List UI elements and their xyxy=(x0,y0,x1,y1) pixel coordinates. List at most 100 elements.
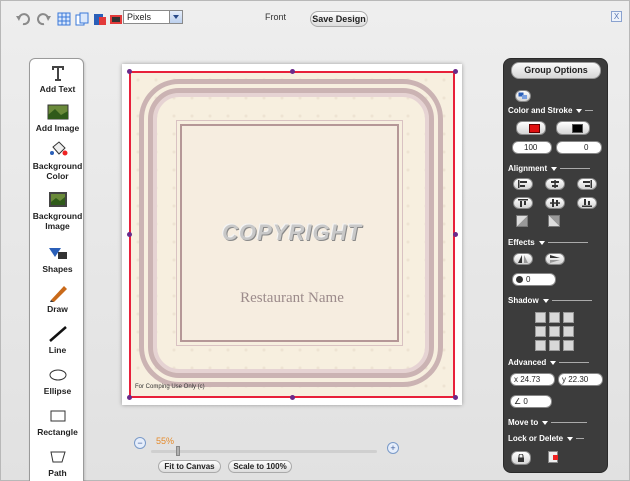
stroke-color-button[interactable] xyxy=(556,121,590,135)
tool-label: Rectangle xyxy=(37,427,78,437)
zoom-slider-track[interactable] xyxy=(151,450,377,453)
x-value: 24.73 xyxy=(520,375,541,384)
section-advanced[interactable]: Advanced xyxy=(508,358,590,367)
shadow-cell[interactable] xyxy=(563,340,574,351)
rectangle-icon xyxy=(47,407,69,425)
unit-select[interactable]: Pixels xyxy=(123,10,183,24)
shadow-cell[interactable] xyxy=(563,312,574,323)
resize-handle[interactable] xyxy=(290,395,295,400)
flip-vertical-button[interactable] xyxy=(545,253,565,265)
background-image-tool[interactable]: Background Image xyxy=(30,191,85,231)
shadow-cell[interactable] xyxy=(535,340,546,351)
chevron-down-icon xyxy=(542,298,549,303)
stroke-width-field[interactable]: 0 xyxy=(556,141,602,154)
distribute-horizontal-icon[interactable] xyxy=(516,215,528,227)
align-right-button[interactable] xyxy=(577,178,597,190)
align-bottom-icon xyxy=(582,199,592,207)
delete-icon[interactable] xyxy=(548,451,558,463)
tool-label: Add Image xyxy=(35,123,80,133)
resize-handle[interactable] xyxy=(453,69,458,74)
section-move-to[interactable]: Move to xyxy=(508,418,588,427)
tool-label: Ellipse xyxy=(43,386,72,396)
redo-icon[interactable] xyxy=(37,12,51,26)
draw-tool[interactable]: Draw xyxy=(30,284,85,314)
x-position-field[interactable]: x 24.73 xyxy=(510,373,555,386)
scale-to-100-button[interactable]: Scale to 100% xyxy=(228,460,292,473)
fit-to-canvas-button[interactable]: Fit to Canvas xyxy=(158,460,221,473)
shadow-cell[interactable] xyxy=(549,340,560,351)
chevron-down-icon xyxy=(542,420,549,425)
y-position-field[interactable]: y 22.30 xyxy=(558,373,603,386)
selection-box[interactable] xyxy=(129,71,455,398)
resize-handle[interactable] xyxy=(453,232,458,237)
save-design-button[interactable]: Save Design xyxy=(310,11,368,27)
section-lock-delete[interactable]: Lock or Delete xyxy=(508,434,585,443)
undo-icon[interactable] xyxy=(16,12,30,26)
design-editor-window: Pixels Front Save Design X Add Text Add … xyxy=(0,0,630,481)
angle-field[interactable]: ∠ 0 xyxy=(510,395,552,408)
background-color-tool[interactable]: Background Color xyxy=(30,141,85,181)
add-image-tool[interactable]: Add Image xyxy=(30,103,85,133)
shadow-cell[interactable] xyxy=(563,326,574,337)
add-text-tool[interactable]: Add Text xyxy=(30,64,85,94)
tool-label: Add Text xyxy=(39,84,76,94)
align-middle-icon xyxy=(550,199,560,207)
rectangle-tool[interactable]: Rectangle xyxy=(30,407,85,437)
section-label: Move to xyxy=(508,418,539,427)
resize-handle[interactable] xyxy=(290,69,295,74)
blur-field[interactable]: 0 xyxy=(512,273,556,286)
opacity-value: 100 xyxy=(524,143,538,152)
copy-icon[interactable] xyxy=(75,12,89,26)
section-label: Color and Stroke xyxy=(508,106,573,115)
divider xyxy=(547,242,588,244)
align-bottom-button[interactable] xyxy=(577,197,597,209)
distribute-vertical-icon[interactable] xyxy=(548,215,560,227)
opacity-field[interactable]: 100 xyxy=(512,141,552,154)
shadow-cell[interactable] xyxy=(535,326,546,337)
side-label: Front xyxy=(265,12,287,22)
resize-handle[interactable] xyxy=(127,232,132,237)
align-top-button[interactable] xyxy=(513,197,533,209)
align-left-button[interactable] xyxy=(513,178,533,190)
grid-icon[interactable] xyxy=(57,12,71,26)
ellipse-tool[interactable]: Ellipse xyxy=(30,366,85,396)
group-options-panel: Group Options Color and Stroke 100 0 Ali… xyxy=(503,58,608,473)
fill-color-button[interactable] xyxy=(516,121,546,135)
zoom-in-icon[interactable]: + xyxy=(387,442,399,454)
flip-horizontal-button[interactable] xyxy=(513,253,533,265)
group-options-title: Group Options xyxy=(511,62,601,79)
design-canvas[interactable]: COPYRIGHT Restaurant Name For Comping Us… xyxy=(122,64,462,405)
background-image-icon xyxy=(47,191,69,209)
tool-label: Draw xyxy=(47,304,68,314)
ungroup-button[interactable] xyxy=(515,90,531,102)
shadow-cell[interactable] xyxy=(549,326,560,337)
image-icon[interactable] xyxy=(109,12,123,26)
zoom-out-icon[interactable]: − xyxy=(134,437,146,449)
lock-button[interactable] xyxy=(511,451,531,465)
section-effects[interactable]: Effects xyxy=(508,238,588,247)
chevron-down-icon xyxy=(551,166,558,171)
align-middle-button[interactable] xyxy=(545,197,565,209)
chevron-down-icon[interactable] xyxy=(169,11,182,23)
shadow-cell[interactable] xyxy=(535,312,546,323)
tool-label: Path xyxy=(48,468,67,478)
divider xyxy=(585,110,594,112)
shapes-tool[interactable]: Shapes xyxy=(30,244,85,274)
resize-handle[interactable] xyxy=(127,69,132,74)
section-color-stroke[interactable]: Color and Stroke xyxy=(508,106,594,115)
path-tool[interactable]: Path xyxy=(30,448,85,478)
close-icon[interactable]: X xyxy=(611,11,622,22)
shadow-cell[interactable] xyxy=(549,312,560,323)
pencil-icon xyxy=(47,284,69,302)
section-alignment[interactable]: Alignment xyxy=(508,164,591,173)
shadow-direction-grid[interactable] xyxy=(535,312,575,352)
align-center-button[interactable] xyxy=(545,178,565,190)
line-tool[interactable]: Line xyxy=(30,325,85,355)
section-shadow[interactable]: Shadow xyxy=(508,296,592,305)
resize-handle[interactable] xyxy=(127,395,132,400)
tool-label: Shapes xyxy=(42,264,73,274)
resize-handle[interactable] xyxy=(453,395,458,400)
paste-icon[interactable] xyxy=(93,12,107,26)
divider xyxy=(560,168,591,170)
zoom-slider-handle[interactable] xyxy=(176,446,180,456)
